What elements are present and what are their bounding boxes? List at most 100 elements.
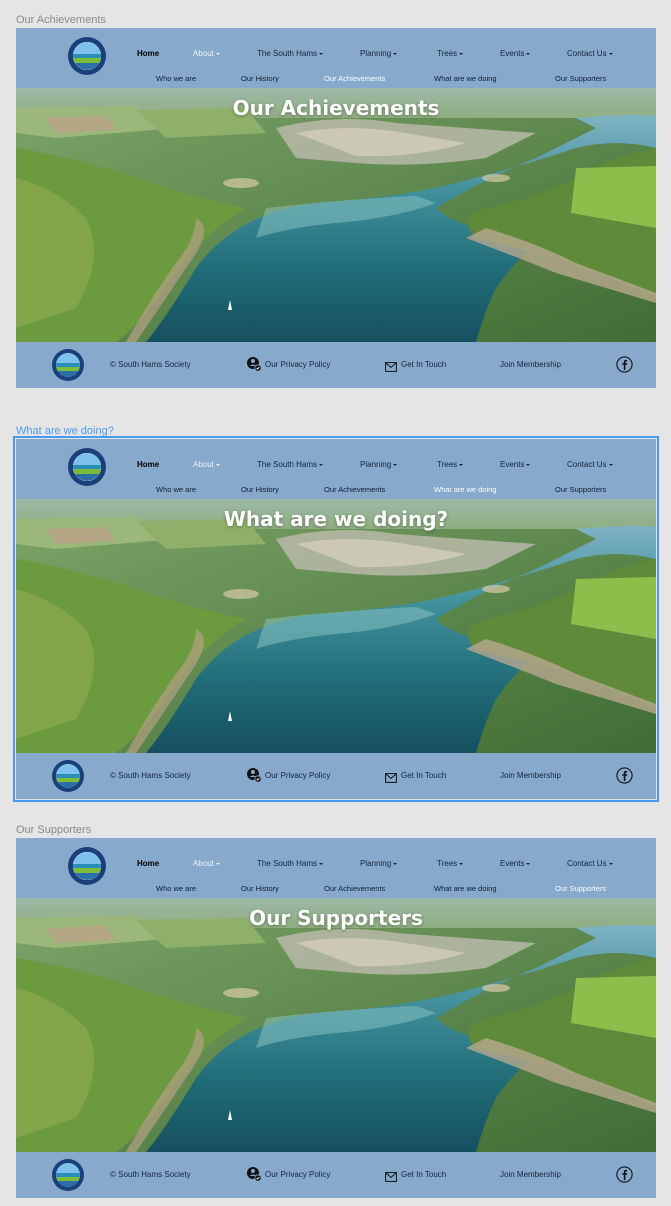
privacy-policy-link[interactable]: Our Privacy Policy [265, 1170, 330, 1179]
subnav-item[interactable]: Who we are [156, 884, 196, 893]
nav-about[interactable]: About [193, 49, 220, 58]
get-in-touch-link[interactable]: Get In Touch [401, 1170, 446, 1179]
nav-planning[interactable]: Planning [360, 49, 398, 58]
nav-contact[interactable]: Contact Us [567, 49, 613, 58]
nav-label: Events [500, 859, 525, 868]
nav-label: Home [137, 49, 160, 58]
site-header: Home About The South Hams Planning Trees Even… [16, 838, 656, 898]
page-frame[interactable]: Home About The South Hams Planning Trees Even… [16, 838, 656, 1198]
nav-south-hams[interactable]: The South Hams [257, 460, 324, 469]
nav-home[interactable]: Home [137, 859, 159, 868]
subnav-item[interactable]: Our Achievements [324, 485, 385, 494]
chevron-down-icon [459, 862, 464, 865]
mail-icon [385, 770, 397, 788]
subnav-item[interactable]: Who we are [156, 74, 196, 83]
join-membership-link[interactable]: Join Membership [500, 1170, 561, 1179]
nav-contact[interactable]: Contact Us [567, 859, 613, 868]
hero-section: What are we doing? [16, 499, 656, 753]
nav-label: Contact Us [567, 460, 607, 469]
privacy-shield-icon [246, 356, 262, 377]
nav-label: About [193, 460, 214, 469]
footer-logo[interactable] [52, 760, 84, 792]
nav-label: Home [137, 859, 160, 868]
privacy-policy-link[interactable]: Our Privacy Policy [265, 771, 330, 780]
join-membership-link[interactable]: Join Membership [500, 771, 561, 780]
chevron-down-icon [608, 862, 613, 865]
subnav-item[interactable]: Our History [241, 884, 279, 893]
copyright-text: © South Hams Society [110, 360, 191, 369]
chevron-down-icon [393, 862, 398, 865]
nav-label: Planning [360, 49, 392, 58]
footer-logo[interactable] [52, 1159, 84, 1191]
subnav-item[interactable]: Our Achievements [324, 74, 385, 83]
subnav-item[interactable]: What are we doing [434, 485, 497, 494]
chevron-down-icon [526, 862, 531, 865]
nav-label: The South Hams [257, 49, 318, 58]
hero-section: Our Achievements [16, 88, 656, 342]
site-footer: © South Hams Society Our Privacy Policy … [16, 1152, 656, 1198]
chevron-down-icon [319, 52, 324, 55]
nav-about[interactable]: About [193, 460, 220, 469]
subnav-item[interactable]: What are we doing [434, 74, 497, 83]
nav-home[interactable]: Home [137, 460, 159, 469]
chevron-down-icon [215, 862, 220, 865]
subnav-item[interactable]: Our Supporters [555, 74, 606, 83]
nav-label: Contact Us [567, 859, 607, 868]
nav-planning[interactable]: Planning [360, 859, 398, 868]
facebook-icon[interactable] [616, 356, 633, 378]
nav-label: Trees [437, 859, 458, 868]
nav-trees[interactable]: Trees [437, 460, 464, 469]
join-membership-link[interactable]: Join Membership [500, 360, 561, 369]
nav-trees[interactable]: Trees [437, 859, 464, 868]
frame-label[interactable]: What are we doing? [16, 425, 114, 437]
subnav-item[interactable]: Our Achievements [324, 884, 385, 893]
hero-title: What are we doing? [223, 507, 449, 531]
get-in-touch-link[interactable]: Get In Touch [401, 360, 446, 369]
subnav-item[interactable]: Our Supporters [555, 485, 606, 494]
chevron-down-icon [319, 862, 324, 865]
chevron-down-icon [459, 463, 464, 466]
subnav-item[interactable]: Our History [241, 74, 279, 83]
nav-south-hams[interactable]: The South Hams [257, 859, 324, 868]
nav-events[interactable]: Events [500, 859, 531, 868]
site-logo[interactable] [68, 847, 106, 885]
footer-logo[interactable] [52, 349, 84, 381]
nav-label: Trees [437, 49, 458, 58]
nav-about[interactable]: About [193, 859, 220, 868]
privacy-shield-icon [246, 1166, 262, 1187]
hero-landscape-image [16, 898, 656, 1152]
nav-label: About [193, 49, 214, 58]
privacy-policy-link[interactable]: Our Privacy Policy [265, 360, 330, 369]
site-footer: © South Hams Society Our Privacy Policy … [16, 753, 656, 799]
frame-label[interactable]: Our Achievements [16, 14, 106, 26]
nav-planning[interactable]: Planning [360, 460, 398, 469]
subnav-item[interactable]: Our Supporters [555, 884, 606, 893]
get-in-touch-link[interactable]: Get In Touch [401, 771, 446, 780]
nav-label: The South Hams [257, 460, 318, 469]
site-footer: © South Hams Society Our Privacy Policy … [16, 342, 656, 388]
copyright-text: © South Hams Society [110, 1170, 191, 1179]
nav-events[interactable]: Events [500, 49, 531, 58]
nav-events[interactable]: Events [500, 460, 531, 469]
page-frame[interactable]: Home About The South Hams Planning Trees Even… [16, 28, 656, 388]
hero-title: Our Supporters [249, 906, 423, 930]
nav-home[interactable]: Home [137, 49, 159, 58]
chevron-down-icon [215, 52, 220, 55]
nav-contact[interactable]: Contact Us [567, 460, 613, 469]
facebook-icon[interactable] [616, 1166, 633, 1188]
nav-label: Planning [360, 460, 392, 469]
nav-south-hams[interactable]: The South Hams [257, 49, 324, 58]
page-frame[interactable]: Home About The South Hams Planning Trees Even… [13, 436, 659, 802]
facebook-icon[interactable] [616, 767, 633, 789]
site-logo[interactable] [68, 448, 106, 486]
nav-trees[interactable]: Trees [437, 49, 464, 58]
subnav-item[interactable]: Our History [241, 485, 279, 494]
subnav-item[interactable]: What are we doing [434, 884, 497, 893]
nav-label: Events [500, 49, 525, 58]
nav-label: The South Hams [257, 859, 318, 868]
nav-label: About [193, 859, 214, 868]
site-logo[interactable] [68, 37, 106, 75]
frame-label[interactable]: Our Supporters [16, 824, 91, 836]
subnav-item[interactable]: Who we are [156, 485, 196, 494]
chevron-down-icon [393, 52, 398, 55]
